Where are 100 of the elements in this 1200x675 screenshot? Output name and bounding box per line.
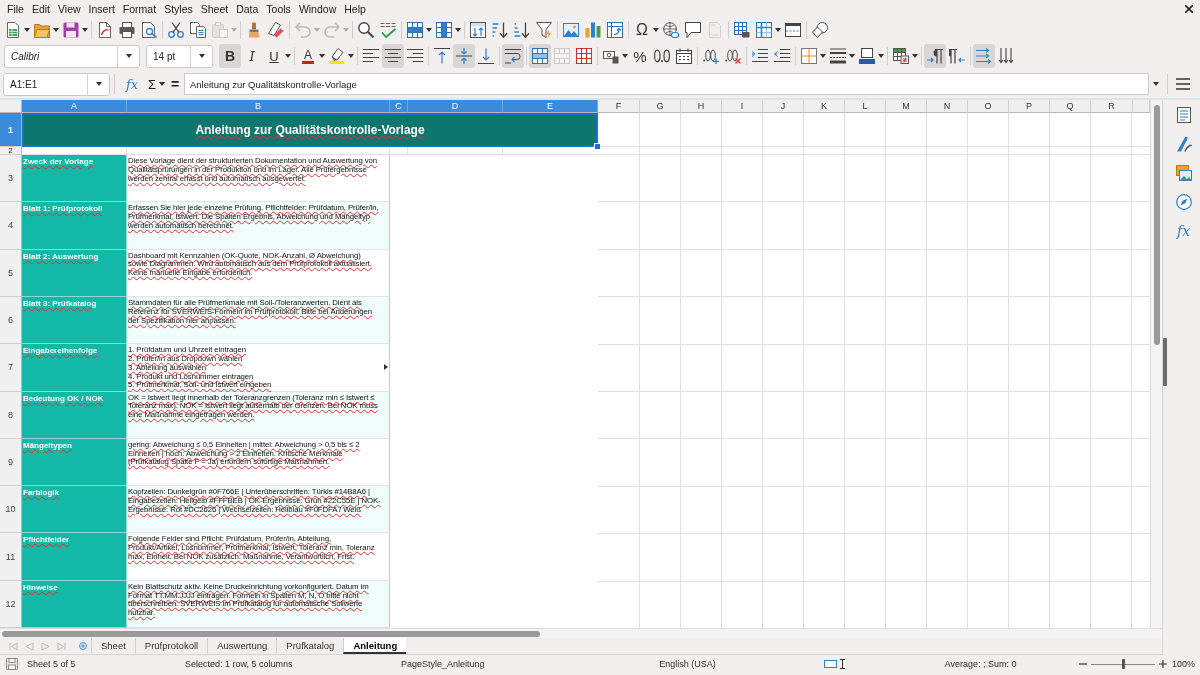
caret-icon[interactable] <box>158 82 165 86</box>
column-header[interactable]: D <box>408 100 503 113</box>
freeze-panes-icon[interactable] <box>756 22 772 38</box>
spreadsheet-document-icon[interactable] <box>5 22 21 38</box>
borders-icon[interactable] <box>801 48 817 64</box>
column-header[interactable]: R <box>1091 100 1133 113</box>
column-header[interactable]: H <box>681 100 722 113</box>
caret-icon[interactable] <box>775 28 781 32</box>
caret-icon[interactable] <box>285 54 291 58</box>
zoom-thumb[interactable] <box>1121 659 1125 669</box>
caret-icon[interactable] <box>348 54 354 58</box>
italic-button[interactable]: I <box>241 44 263 68</box>
vertical-scrollbar[interactable] <box>1150 100 1162 629</box>
column-header[interactable]: J <box>763 100 804 113</box>
sidebar-handle[interactable] <box>1163 338 1167 386</box>
horizontal-scrollbar[interactable] <box>0 628 1162 639</box>
sheet-tab[interactable]: Anleitung <box>343 638 407 654</box>
menu-item[interactable]: Window <box>294 1 341 17</box>
row-header[interactable]: 5 <box>0 249 22 297</box>
column-header[interactable]: M <box>886 100 927 113</box>
plus-icon[interactable] <box>1159 660 1167 668</box>
rows-button[interactable] <box>404 19 433 41</box>
sum-button[interactable]: Σ <box>146 76 158 92</box>
sheet-tab[interactable]: Auswertung <box>207 638 277 654</box>
underline-button[interactable]: U <box>263 44 292 68</box>
caret-icon[interactable] <box>53 28 59 32</box>
column-header[interactable]: C <box>390 100 408 113</box>
caret-icon[interactable] <box>878 54 884 58</box>
caret-icon[interactable] <box>319 54 325 58</box>
caret-icon[interactable] <box>198 54 205 58</box>
caret-icon[interactable] <box>849 54 855 58</box>
border-style-icon[interactable] <box>830 48 846 64</box>
sheet-tab[interactable]: Prüfprotokoll <box>134 638 208 654</box>
caret-icon[interactable] <box>426 28 432 32</box>
row-header[interactable]: 11 <box>0 533 22 581</box>
scroll-thumb[interactable] <box>1153 105 1160 345</box>
sheet-tab[interactable]: Sheet <box>91 638 135 654</box>
columns-button[interactable] <box>433 19 462 41</box>
menu-item[interactable]: Tools <box>262 1 295 17</box>
border-color-icon[interactable] <box>859 48 875 64</box>
column-header[interactable]: P <box>1009 100 1050 113</box>
column-header[interactable]: B <box>127 100 390 113</box>
row-header[interactable]: 10 <box>0 486 22 534</box>
menu-item[interactable]: Help <box>340 1 370 17</box>
caret-icon[interactable] <box>82 28 88 32</box>
caret-icon[interactable] <box>95 82 102 86</box>
menu-item[interactable]: Format <box>118 1 161 17</box>
fill-handle[interactable] <box>594 143 601 150</box>
menu-item[interactable]: Styles <box>160 1 197 17</box>
caret-icon[interactable] <box>653 28 659 32</box>
caret-icon[interactable] <box>1153 82 1159 86</box>
minus-icon[interactable] <box>1079 660 1087 668</box>
menu-icon[interactable] <box>1176 78 1190 90</box>
caret-icon[interactable] <box>820 54 826 58</box>
percent-button[interactable]: % <box>629 44 651 68</box>
row-header[interactable]: 8 <box>0 391 22 439</box>
menu-item[interactable]: Sheet <box>196 1 233 17</box>
plus-icon[interactable] <box>79 642 87 650</box>
menu-item[interactable]: Edit <box>27 1 54 17</box>
font-name-field[interactable]: Calibri <box>4 44 140 68</box>
font-size-field[interactable]: 14 pt <box>146 44 213 68</box>
caret-icon[interactable] <box>622 54 628 58</box>
row-header[interactable]: 12 <box>0 580 22 629</box>
row-header[interactable]: 4 <box>0 202 22 250</box>
selection-mode-icon[interactable] <box>823 660 837 668</box>
caret-icon[interactable] <box>912 54 918 58</box>
formula-input-field[interactable]: Anleitung zur Qualitätskontrolle-Vorlage <box>184 73 1149 95</box>
scroll-thumb[interactable] <box>2 630 540 637</box>
special-character-button[interactable]: Ω <box>631 19 660 41</box>
currency-icon[interactable] <box>603 48 619 64</box>
row-header[interactable]: 9 <box>0 438 22 487</box>
name-box-field[interactable]: A1:E1 <box>3 72 110 96</box>
column-header[interactable]: O <box>968 100 1009 113</box>
caret-icon[interactable] <box>24 28 30 32</box>
menu-item[interactable]: File <box>3 1 28 17</box>
bold-button[interactable]: B <box>219 44 241 68</box>
menu-item[interactable]: Data <box>232 1 263 17</box>
caret-icon[interactable] <box>455 28 461 32</box>
caret-icon[interactable] <box>125 54 132 58</box>
row-header[interactable]: 7 <box>0 344 22 392</box>
menu-item[interactable]: Insert <box>84 1 119 17</box>
row-header[interactable]: 1 <box>0 113 22 147</box>
row-header[interactable]: 3 <box>0 155 22 203</box>
text-cursor-icon[interactable] <box>839 659 845 669</box>
highlighter-icon[interactable] <box>329 48 345 64</box>
functions-button[interactable]: fx <box>1172 220 1195 242</box>
freeze-panes-button[interactable] <box>753 19 782 41</box>
column-header[interactable]: E <box>503 100 598 113</box>
column-header[interactable]: Q <box>1050 100 1091 113</box>
font-color-button[interactable]: A <box>297 44 326 68</box>
column-header[interactable]: K <box>804 100 845 113</box>
function-wizard-button[interactable]: fx <box>123 76 141 92</box>
table-rows-icon[interactable] <box>407 22 423 38</box>
column-header[interactable]: A <box>22 100 127 113</box>
menu-item[interactable]: View <box>54 1 85 17</box>
column-header[interactable]: I <box>722 100 763 113</box>
conditional-format-icon[interactable] <box>893 48 909 64</box>
table-columns-icon[interactable] <box>436 22 452 38</box>
column-header[interactable]: L <box>845 100 886 113</box>
formula-button[interactable]: = <box>169 76 181 92</box>
